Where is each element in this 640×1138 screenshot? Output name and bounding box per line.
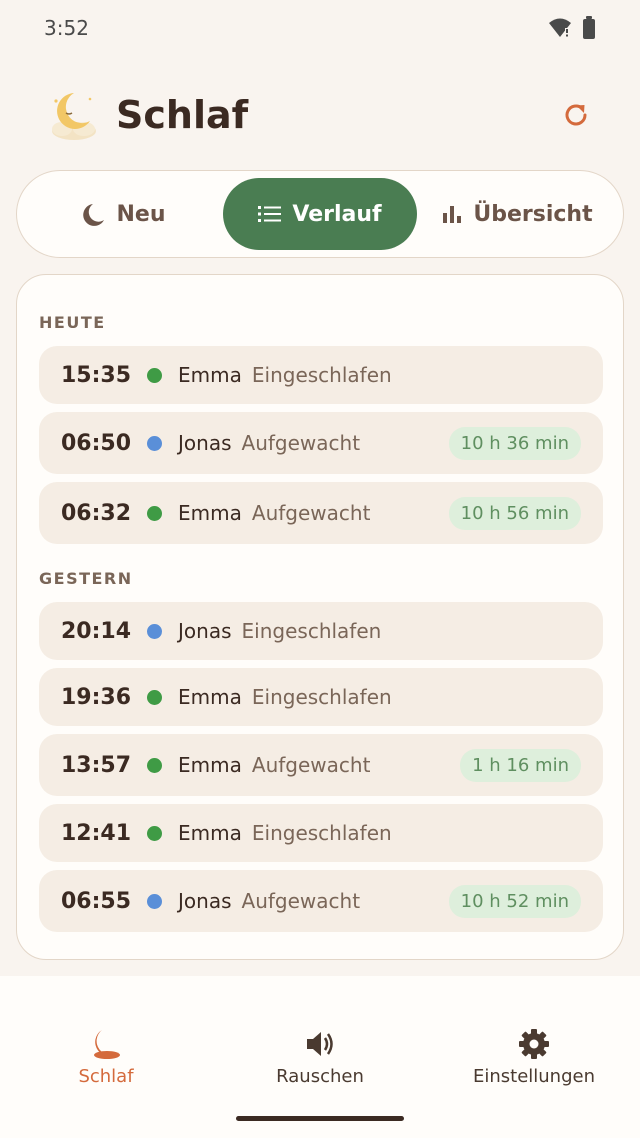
history-entry[interactable]: 06:50 Jonas Aufgewacht 10 h 36 min [39, 412, 603, 474]
refresh-icon [565, 104, 587, 126]
home-indicator [236, 1116, 404, 1121]
duration-badge: 10 h 52 min [448, 884, 581, 918]
entry-time: 20:14 [61, 618, 132, 644]
jonas-dot [147, 893, 163, 909]
entry-event: Eingeschlafen [241, 619, 382, 643]
emma-dot [147, 689, 163, 705]
entry-time: 13:57 [61, 752, 132, 778]
entry-time: 06:32 [61, 500, 132, 526]
duration-badge: 10 h 36 min [448, 426, 581, 460]
duration-badge: 1 h 16 min [460, 748, 581, 782]
bar-chart-icon [443, 206, 462, 223]
entry-time: 06:50 [61, 430, 132, 456]
bottom-nav: Schlaf Rauschen Einstellungen [0, 976, 640, 1138]
status-bar: 3:52 [0, 0, 640, 56]
tab-history-label: Verlauf [292, 201, 382, 227]
status-time: 3:52 [44, 16, 89, 40]
emma-dot [147, 367, 163, 383]
emma-dot [147, 505, 163, 521]
entry-event: Eingeschlafen [251, 363, 392, 387]
entry-event: Eingeschlafen [251, 685, 392, 709]
tab-overview-label: Übersicht [473, 201, 593, 227]
entry-child: Emma [178, 821, 242, 845]
history-entry[interactable]: 13:57 Emma Aufgewacht 1 h 16 min [39, 734, 603, 796]
tab-history[interactable]: Verlauf [223, 178, 417, 250]
entry-child: Emma [178, 685, 242, 709]
nav-settings[interactable]: Einstellungen [434, 1028, 634, 1087]
status-icons [548, 16, 596, 40]
nav-settings-label: Einstellungen [472, 1066, 596, 1087]
gear-icon [519, 1029, 549, 1059]
battery-icon [583, 16, 595, 39]
wifi-icon [549, 18, 571, 37]
entry-child: Emma [178, 753, 242, 777]
history-entry[interactable]: 20:14 Jonas Eingeschlafen [39, 602, 603, 660]
list-icon [258, 206, 282, 222]
jonas-dot [147, 623, 163, 639]
entry-event: Aufgewacht [251, 753, 371, 777]
entry-event: Aufgewacht [241, 889, 361, 913]
entry-time: 12:41 [61, 820, 132, 846]
history-entry[interactable]: 19:36 Emma Eingeschlafen [39, 668, 603, 726]
section-label-today: HEUTE [39, 313, 106, 332]
section-label-yesterday: GESTERN [39, 569, 133, 588]
history-entry[interactable]: 06:32 Emma Aufgewacht 10 h 56 min [39, 482, 603, 544]
nav-noise[interactable]: Rauschen [220, 1028, 420, 1087]
entry-event: Eingeschlafen [251, 821, 392, 845]
emma-dot [147, 825, 163, 841]
entry-time: 19:36 [61, 684, 132, 710]
entry-child: Jonas [178, 431, 232, 455]
tab-new-label: Neu [116, 201, 166, 227]
entry-event: Aufgewacht [251, 501, 371, 525]
jonas-dot [147, 435, 163, 451]
history-entry[interactable]: 06:55 Jonas Aufgewacht 10 h 52 min [39, 870, 603, 932]
nav-noise-label: Rauschen [276, 1066, 364, 1087]
entry-child: Jonas [178, 619, 232, 643]
entry-time: 15:35 [61, 362, 132, 388]
moon-icon [94, 1030, 120, 1059]
tab-overview[interactable]: Übersicht [417, 178, 617, 250]
entry-time: 06:55 [61, 888, 132, 914]
entry-child: Emma [178, 501, 242, 525]
duration-badge: 10 h 56 min [448, 496, 581, 530]
history-card: HEUTE 15:35 Emma Eingeschlafen 06:50 Jon… [16, 274, 624, 960]
app-header: Schlaf [44, 80, 596, 150]
entry-event: Aufgewacht [241, 431, 361, 455]
moon-icon [82, 204, 104, 226]
nav-sleep[interactable]: Schlaf [6, 1028, 206, 1087]
history-entry[interactable]: 15:35 Emma Eingeschlafen [39, 346, 603, 404]
nav-sleep-label: Schlaf [78, 1066, 134, 1087]
speaker-icon [307, 1032, 333, 1056]
tab-bar: Neu Verlauf Übersicht [16, 170, 624, 258]
app-title: Schlaf [116, 93, 249, 137]
emma-dot [147, 757, 163, 773]
tab-new[interactable]: Neu [23, 178, 223, 250]
refresh-button[interactable] [556, 95, 596, 135]
entry-child: Emma [178, 363, 242, 387]
entry-child: Jonas [178, 889, 232, 913]
history-entry[interactable]: 12:41 Emma Eingeschlafen [39, 804, 603, 862]
sleeping-moon-logo [52, 93, 96, 140]
